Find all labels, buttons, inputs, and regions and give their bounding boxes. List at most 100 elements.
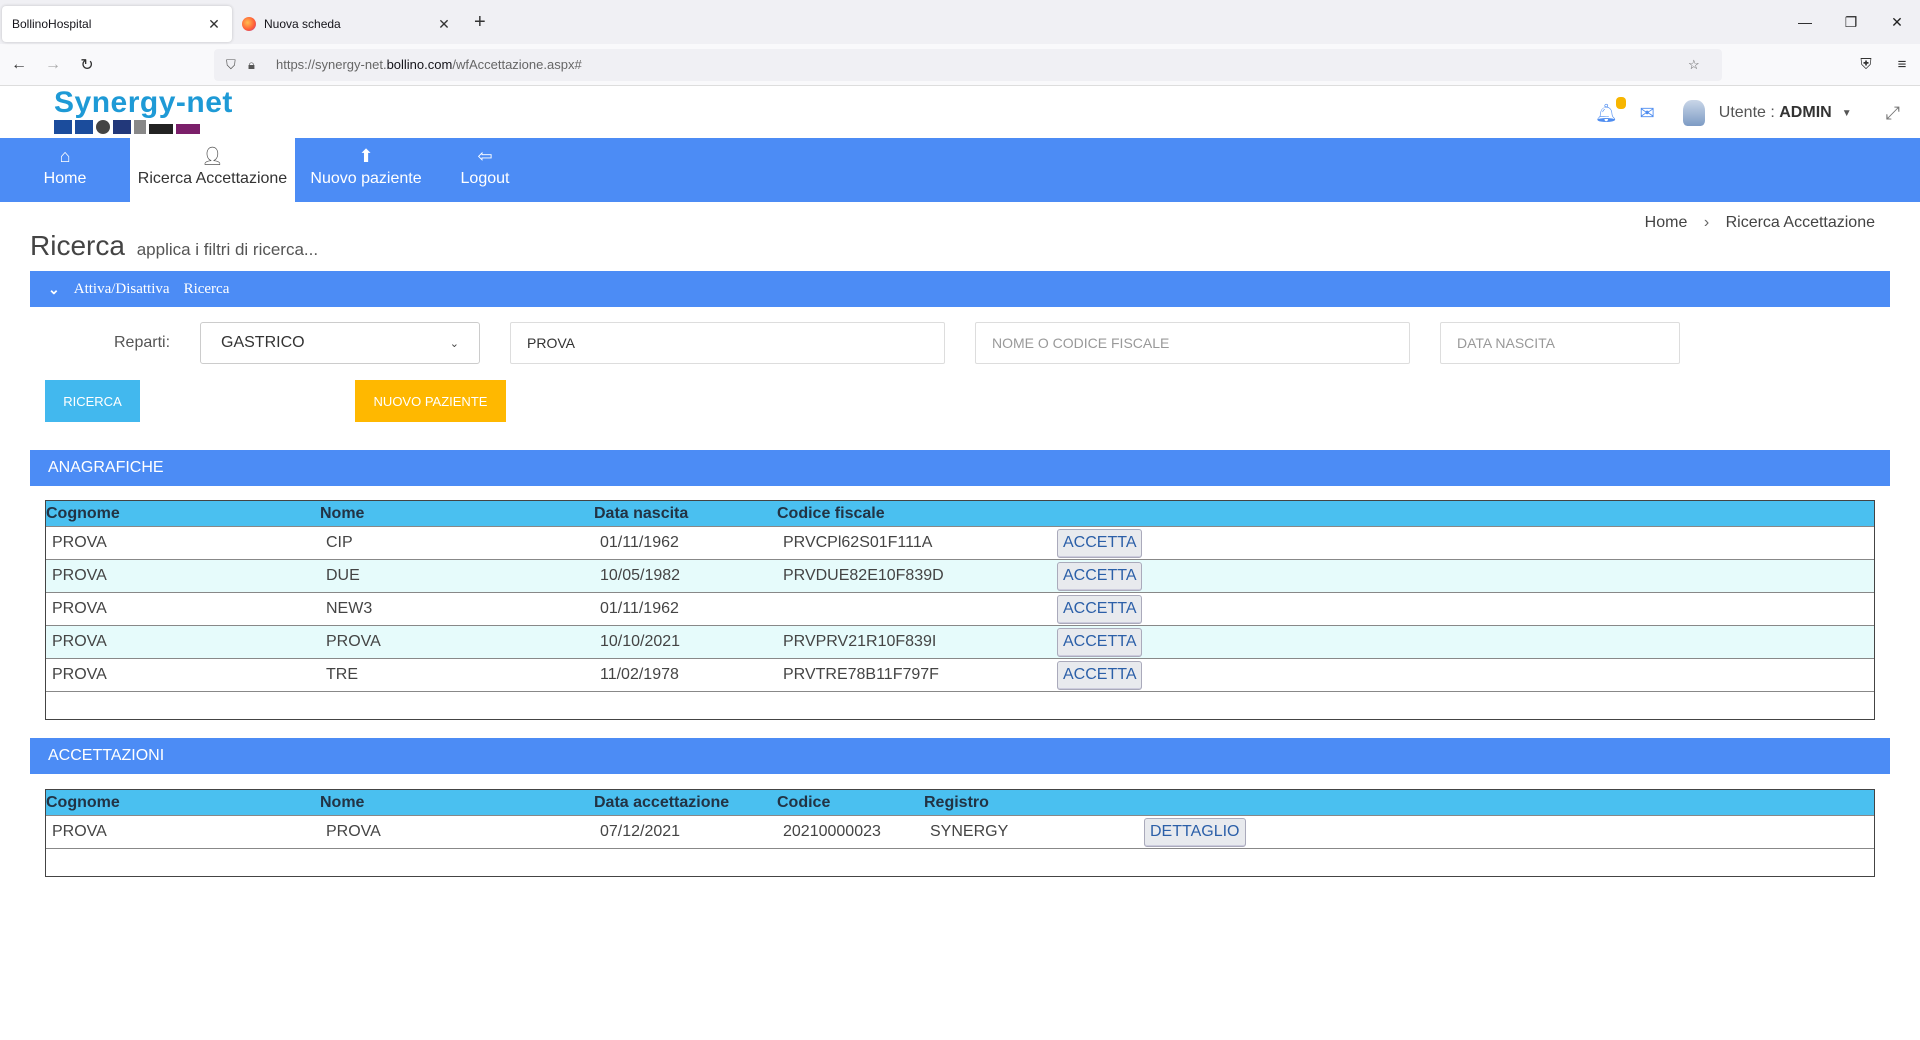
user-menu[interactable]: Utente : ADMIN [1719,104,1832,122]
col-nome: Nome [320,793,365,811]
synergy-logo[interactable]: Synergy-net [54,86,233,134]
col-codice: Codice [777,793,831,811]
chevron-down-icon[interactable]: ⌄ [48,281,60,298]
table-header: Cognome Nome Data accettazione Codice Re… [46,790,1874,815]
nuovo-paziente-button[interactable]: NUOVO PAZIENTE [355,380,506,422]
accetta-button[interactable]: ACCETTA [1057,561,1143,591]
cell-nome: CIP [326,534,353,551]
ricerca-button[interactable]: RICERCA [45,380,140,422]
browser-tabbar: BollinoHospital ✕ Nuova scheda ✕ + — ❐ ✕ [0,0,1920,44]
search-toggle-bar[interactable]: ⌄ Attiva/Disattiva Ricerca [30,271,1890,307]
chevron-down-icon[interactable]: ▼ [1842,108,1852,119]
cell-cf: PRVDUE82E10F839D [783,567,944,584]
nav-logout[interactable]: ⇦ Logout [437,138,533,202]
cell-data: 11/02/1978 [600,666,679,683]
reparti-select[interactable]: GASTRICO ⌄ [200,322,480,364]
cell-cf: PRVTRE78B11F797F [783,666,939,683]
main-navigation: ⌂ Home 👤︎ Ricerca Accettazione ⬆ Nuovo p… [0,138,1920,202]
menu-icon[interactable]: ≡ [1884,56,1920,73]
app-header: Synergy-net 🔔︎ ✉ Utente : ADMIN ▼ ⤢ [0,86,1920,138]
nav-label: Nuovo paziente [310,170,422,187]
notification-dot [1615,96,1626,109]
address-bar[interactable]: ⛉ 🔒︎ https://synergy-net.bollino.com/wfA… [214,48,1722,81]
partner-logos [54,120,233,134]
accetta-button[interactable]: ACCETTA [1057,528,1143,558]
url-text: https://synergy-net.bollino.com/wfAccett… [276,57,582,72]
nav-home[interactable]: ⌂ Home [0,138,130,202]
toggle-label: Attiva/Disattiva [73,280,170,297]
accetta-button[interactable]: ACCETTA [1057,660,1143,690]
shield-icon[interactable]: ⛉ [226,57,248,73]
cell-cognome: PROVA [52,567,107,584]
close-tab-icon[interactable]: ✕ [206,16,222,33]
avatar[interactable] [1682,100,1705,126]
cell-nome: PROVA [326,633,381,650]
nome-codice-fiscale-input[interactable]: NOME O CODICE FISCALE [975,322,1410,364]
tab-title: Nuova scheda [264,17,341,31]
header-user-area: 🔔︎ ✉ Utente : ADMIN ▼ ⤢ [1595,96,1900,126]
table-row: PROVA PROVA 07/12/2021 20210000023 SYNER… [46,815,1874,848]
fullscreen-icon[interactable]: ⤢ [1886,103,1900,124]
cognome-input[interactable]: PROVA [510,322,945,364]
mail-icon[interactable]: ✉ [1640,103,1655,124]
cell-cognome: PROVA [52,633,107,650]
col-cognome: Cognome [46,793,120,811]
table-row: PROVA CIP 01/11/1962 PRVCPl62S01F111A AC… [46,526,1874,559]
page-subtitle: applica i filtri di ricerca... [136,240,319,259]
table-row-empty [46,691,1874,719]
tab-title: BollinoHospital [12,17,92,31]
accetta-button[interactable]: ACCETTA [1057,627,1143,657]
accetta-button[interactable]: ACCETTA [1057,594,1143,624]
browser-toolbar-right: ⛨ ≡ [1848,56,1920,73]
nav-nuovo-paziente[interactable]: ⬆ Nuovo paziente [295,138,437,202]
close-tab-icon[interactable]: ✕ [436,16,452,33]
nav-label: Ricerca Accettazione [137,170,288,187]
lock-icon[interactable]: 🔒︎ [248,57,270,73]
bell-icon[interactable]: 🔔︎ [1595,96,1626,124]
page-title: Ricerca applica i filtri di ricerca... [30,230,318,262]
toggle-label-2: Ricerca [183,280,230,297]
cell-nome: NEW3 [326,600,373,617]
forward-icon[interactable]: → [38,56,68,74]
nav-label: Home [43,170,87,187]
page-title-text: Ricerca [30,230,125,261]
firefox-icon [242,17,256,31]
home-icon: ⌂ [59,146,71,166]
cell-cf: PRVPRV21R10F839I [783,633,937,650]
cell-cognome: PROVA [52,666,107,683]
browser-tab[interactable]: Nuova scheda ✕ [232,6,462,42]
col-data-nascita: Data nascita [594,504,689,522]
table-row-empty [46,848,1874,876]
breadcrumb: Home › Ricerca Accettazione [1645,214,1875,232]
close-window-icon[interactable]: ✕ [1874,0,1920,44]
col-data-accettazione: Data accettazione [594,793,730,811]
col-codice-fiscale: Codice fiscale [777,504,885,522]
table-row: PROVA TRE 11/02/1978 PRVTRE78B11F797F AC… [46,658,1874,691]
browser-navbar: ← → ↻ ⛉ 🔒︎ https://synergy-net.bollino.c… [0,44,1920,86]
reparti-value: GASTRICO [221,334,305,351]
data-nascita-input[interactable]: DATA NASCITA [1440,322,1680,364]
table-row: PROVA DUE 10/05/1982 PRVDUE82E10F839D AC… [46,559,1874,592]
cell-cognome: PROVA [52,823,107,840]
breadcrumb-home[interactable]: Home [1645,214,1688,231]
cell-data: 01/11/1962 [600,534,679,551]
browser-tab-active[interactable]: BollinoHospital ✕ [2,6,232,42]
new-tab-icon[interactable]: + [462,11,498,34]
user-search-icon: 👤︎ [201,146,224,166]
anagrafiche-header: ANAGRAFICHE [30,450,1890,486]
minimize-icon[interactable]: — [1782,0,1828,44]
bookmark-star-icon[interactable]: ☆ [1688,57,1710,73]
nav-ricerca-accettazione[interactable]: 👤︎ Ricerca Accettazione [130,138,295,202]
cell-cognome: PROVA [52,534,107,551]
col-registro: Registro [924,793,989,811]
chevron-down-icon: ⌄ [449,337,459,350]
pocket-icon[interactable]: ⛨ [1848,56,1884,73]
restore-icon[interactable]: ❐ [1828,0,1874,44]
dettaglio-button[interactable]: DETTAGLIO [1144,817,1246,847]
reload-icon[interactable]: ↻ [72,55,102,75]
cell-nome: PROVA [326,823,381,840]
logo-text: Synergy-net [54,86,233,119]
reparti-label: Reparti: [114,334,171,351]
back-icon[interactable]: ← [4,56,34,74]
cell-nome: TRE [326,666,358,683]
